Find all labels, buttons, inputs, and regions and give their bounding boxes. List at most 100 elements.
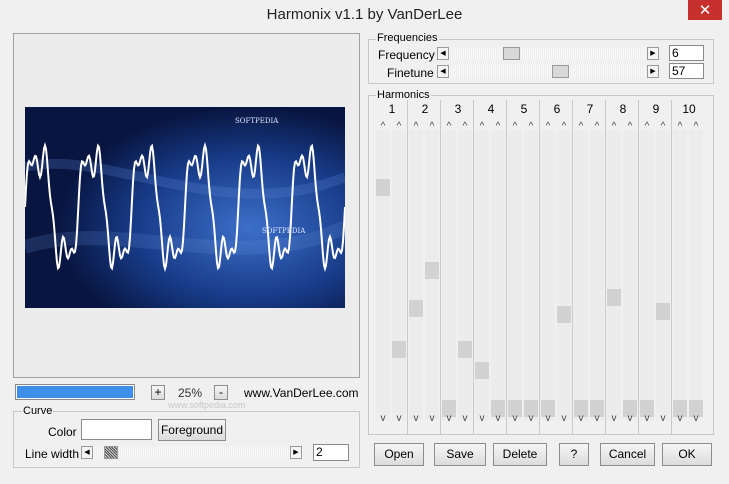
harmonic-down-arrow[interactable]: v [425,413,439,424]
harmonic-slider-track[interactable] [541,130,555,420]
line-width-left-arrow[interactable]: ◀ [81,446,93,459]
harmonic-down-arrow[interactable]: v [623,413,637,424]
frequency-field[interactable]: 6 [669,45,704,61]
frequency-left-arrow[interactable]: ◀ [437,47,449,60]
harmonic-slider-track[interactable] [409,130,423,420]
harmonic-down-arrow[interactable]: v [376,413,390,424]
website-link[interactable]: www.VanDerLee.com [244,386,359,400]
harmonic-slider-track[interactable] [392,130,406,420]
harmonic-slider-thumb[interactable] [475,362,489,380]
harmonic-slider-track[interactable] [640,130,654,420]
color-swatch[interactable] [81,419,152,440]
harmonic-slider-track[interactable] [689,130,703,420]
harmonic-slider-track[interactable] [574,130,588,420]
harmonic-separator [407,100,408,434]
harmonic-down-arrow[interactable]: v [524,413,538,424]
line-width-track[interactable] [93,446,290,459]
frequency-label: Frequency [378,48,435,62]
harmonic-slider-thumb[interactable] [458,340,472,358]
zoom-in-button[interactable]: + [151,385,165,400]
harmonic-separator [638,100,639,434]
harmonic-separator [605,100,606,434]
harmonic-separator [572,100,573,434]
harmonic-slider-track[interactable] [376,130,390,420]
close-icon: ✕ [698,1,712,19]
harmonic-separator [539,100,540,434]
harmonic-slider-track[interactable] [607,130,621,420]
harmonic-slider-thumb[interactable] [557,305,571,323]
close-button[interactable]: ✕ [688,0,722,20]
harmonic-slider-track[interactable] [623,130,637,420]
line-width-right-arrow[interactable]: ▶ [290,446,302,459]
harmonics-group-label: Harmonics [376,89,431,101]
harmonic-number: 8 [619,102,627,116]
harmonic-down-arrow[interactable]: v [673,413,687,424]
harmonic-slider-thumb[interactable] [656,302,670,320]
harmonic-down-arrow[interactable]: v [409,413,423,424]
harmonic-separator [473,100,474,434]
harmonic-slider-track[interactable] [491,130,505,420]
harmonic-down-arrow[interactable]: v [590,413,604,424]
harmonic-down-arrow[interactable]: v [475,413,489,424]
harmonic-slider-track[interactable] [673,130,687,420]
cancel-button[interactable]: Cancel [600,443,655,466]
harmonic-slider-track[interactable] [508,130,522,420]
color-label: Color [48,425,77,439]
harmonic-down-arrow[interactable]: v [541,413,555,424]
help-button[interactable]: ? [559,443,589,466]
open-button[interactable]: Open [374,443,424,466]
harmonic-slider-thumb[interactable] [392,340,406,358]
window-title: Harmonix v1.1 by VanDerLee [266,6,463,23]
finetune-left-arrow[interactable]: ◀ [437,65,449,78]
watermark-bottom: www.softpedia.com [168,400,246,410]
harmonic-slider-thumb[interactable] [376,178,390,196]
harmonic-down-arrow[interactable]: v [574,413,588,424]
harmonic-slider-track[interactable] [557,130,571,420]
frequencies-group-label: Frequencies [376,32,439,44]
frequency-thumb[interactable] [503,47,521,60]
zoom-out-button[interactable]: - [214,385,228,400]
plus-icon: + [154,385,162,399]
curve-group-label: Curve [22,405,54,417]
harmonic-down-arrow[interactable]: v [458,413,472,424]
minus-icon: - [219,385,223,399]
finetune-track[interactable] [449,65,647,78]
harmonic-number: 9 [652,102,660,116]
waveform-graphic: SOFTPEDIA SOFTPEDIA [25,107,345,308]
harmonic-down-arrow[interactable]: v [442,413,456,424]
harmonic-down-arrow[interactable]: v [689,413,703,424]
harmonic-slider-track[interactable] [458,130,472,420]
frequency-right-arrow[interactable]: ▶ [647,47,659,60]
harmonic-down-arrow[interactable]: v [557,413,571,424]
harmonic-down-arrow[interactable]: v [392,413,406,424]
harmonic-slider-thumb[interactable] [425,262,439,280]
progress-bar [15,384,135,400]
finetune-thumb[interactable] [552,65,570,78]
foreground-button[interactable]: Foreground [158,419,226,441]
harmonic-down-arrow[interactable]: v [656,413,670,424]
ok-button[interactable]: OK [662,443,712,466]
finetune-right-arrow[interactable]: ▶ [647,65,659,78]
harmonic-down-arrow[interactable]: v [491,413,505,424]
harmonic-down-arrow[interactable]: v [508,413,522,424]
harmonic-slider-track[interactable] [442,130,456,420]
line-width-thumb[interactable] [104,446,118,459]
harmonic-down-arrow[interactable]: v [607,413,621,424]
harmonic-slider-track[interactable] [524,130,538,420]
harmonic-down-arrow[interactable]: v [640,413,654,424]
harmonic-slider-thumb[interactable] [607,289,621,307]
harmonic-number: 1 [388,102,396,116]
harmonic-slider-track[interactable] [590,130,604,420]
harmonic-number: 4 [487,102,495,116]
harmonic-number: 10 [682,102,696,116]
line-width-field[interactable]: 2 [313,444,349,461]
finetune-field[interactable]: 57 [669,63,704,79]
harmonic-separator [506,100,507,434]
line-width-label: Line width [25,447,80,461]
finetune-label: Finetune [387,66,434,80]
frequency-track[interactable] [449,47,647,60]
harmonic-slider-thumb[interactable] [409,300,423,318]
harmonic-slider-track[interactable] [656,130,670,420]
delete-button[interactable]: Delete [493,443,547,466]
save-button[interactable]: Save [434,443,486,466]
